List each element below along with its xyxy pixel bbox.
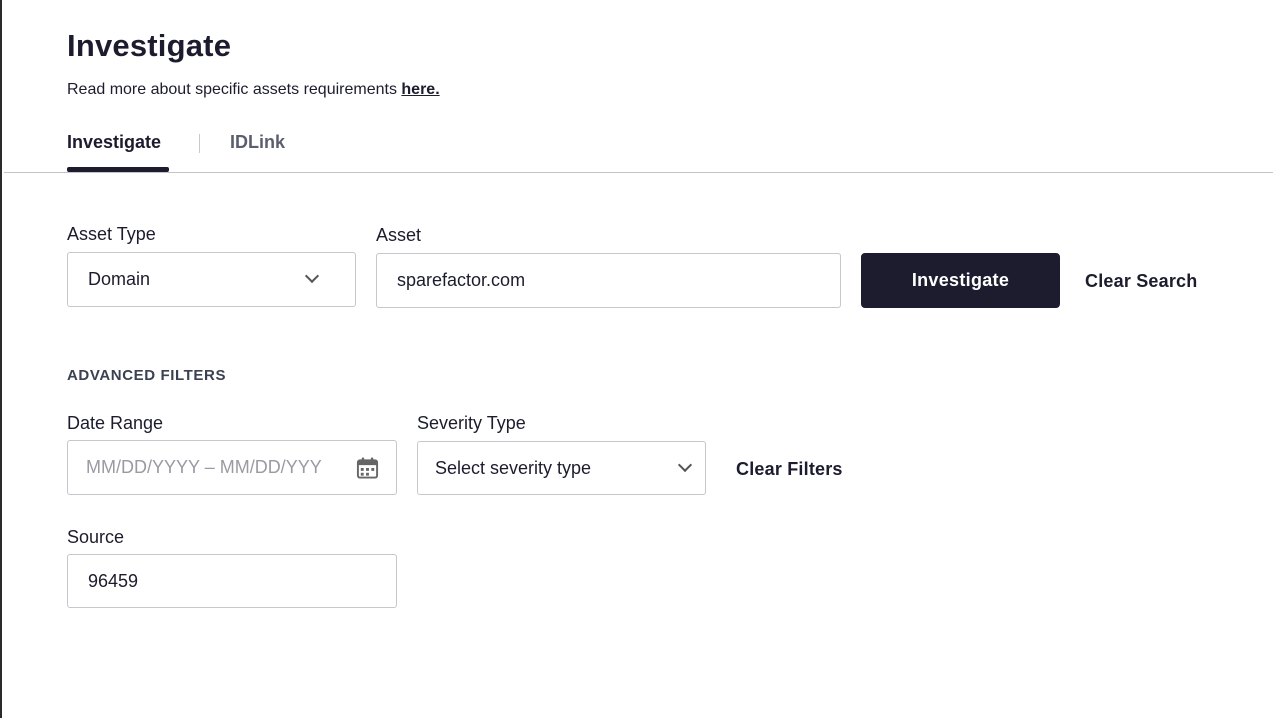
requirements-link[interactable]: here. xyxy=(401,81,439,98)
subtitle-text: Read more about specific assets requirem… xyxy=(67,81,402,98)
date-range-label: Date Range xyxy=(67,413,164,433)
tab-separator xyxy=(199,134,200,153)
source-input[interactable]: 96459 xyxy=(67,554,397,608)
clear-filters-button[interactable]: Clear Filters xyxy=(736,459,843,480)
source-label: Source xyxy=(67,527,125,547)
advanced-filters-heading: ADVANCED FILTERS xyxy=(67,367,227,384)
tab-investigate[interactable]: Investigate xyxy=(67,132,161,153)
severity-type-placeholder: Select severity type xyxy=(435,457,592,478)
calendar-icon[interactable] xyxy=(356,456,379,480)
asset-type-select[interactable]: Domain xyxy=(67,252,356,307)
asset-type-label: Asset Type xyxy=(67,224,156,244)
investigate-button[interactable]: Investigate xyxy=(861,253,1060,308)
chevron-down-icon xyxy=(677,457,693,473)
tabs-divider xyxy=(4,172,1273,173)
app-frame: Investigate Read more about specific ass… xyxy=(0,0,1273,718)
asset-type-value: Domain xyxy=(88,269,151,289)
clear-search-button[interactable]: Clear Search xyxy=(1085,271,1197,292)
page-subtitle: Read more about specific assets requirem… xyxy=(67,81,440,99)
asset-input-value: sparefactor.com xyxy=(397,270,526,290)
severity-type-select[interactable]: Select severity type xyxy=(417,441,706,495)
asset-label: Asset xyxy=(376,225,422,245)
date-range-placeholder: MM/DD/YYYY – MM/DD/YYY xyxy=(86,457,322,477)
page-title: Investigate xyxy=(67,28,232,63)
source-input-value: 96459 xyxy=(88,570,139,591)
tab-idlink[interactable]: IDLink xyxy=(230,132,285,153)
chevron-down-icon xyxy=(304,268,320,284)
severity-type-label: Severity Type xyxy=(417,413,526,433)
asset-input[interactable]: sparefactor.com xyxy=(376,253,841,308)
date-range-input[interactable]: MM/DD/YYYY – MM/DD/YYY xyxy=(67,440,397,495)
